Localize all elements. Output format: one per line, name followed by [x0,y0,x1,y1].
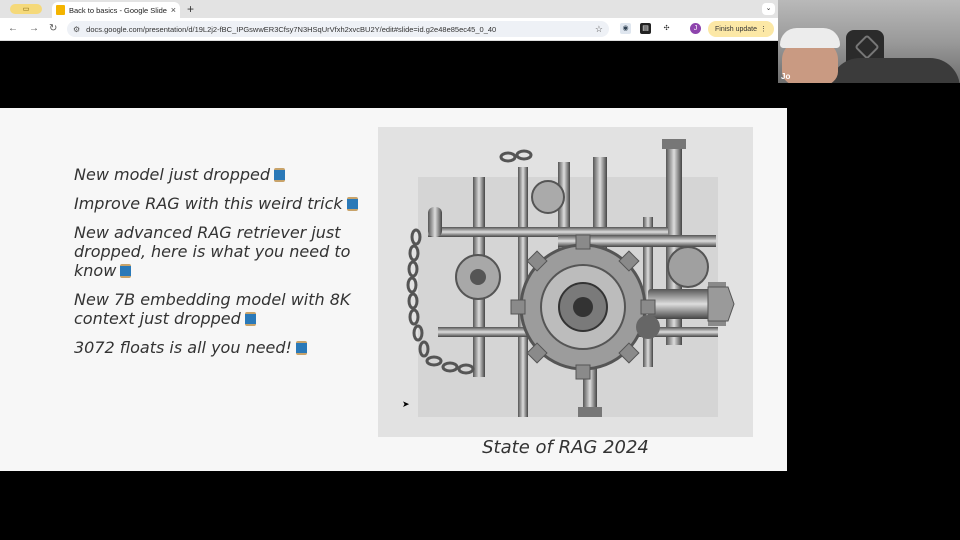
slide-bullet-list: New model just dropped Improve RAG with … [74,165,369,367]
thread-spool-icon [120,264,132,278]
bullet-item: New model just dropped [74,165,369,184]
url-text[interactable]: docs.google.com/presentation/d/19L2j2-fB… [86,25,595,34]
tab-google-slides[interactable]: Back to basics - Google Slide × [52,2,180,18]
presentation-slide: New model just dropped Improve RAG with … [0,108,787,471]
mouse-cursor-icon: ➤ [402,399,410,409]
bullet-item: New 7B embedding model with 8K context j… [74,290,369,328]
group-icon: ▭ [22,6,30,13]
bullet-text: New 7B embedding model with 8K context j… [74,290,351,328]
bullet-text: New model just dropped [74,165,271,184]
slides-favicon-icon [56,5,65,15]
finish-update-button[interactable]: Finish update ⋮ [708,21,774,37]
finish-update-label: Finish update [714,25,758,33]
person-cap [780,28,840,48]
site-info-icon[interactable]: ⚙ [73,25,80,34]
chair-logo-icon [854,34,880,60]
bullet-text: New advanced RAG retriever just dropped,… [74,223,351,280]
extension-icon[interactable]: ▤ [640,23,651,34]
tab-group-chip[interactable]: ▭ [10,4,42,14]
extension-icon[interactable]: ◉ [620,23,631,34]
tab-title: Back to basics - Google Slide [69,5,167,15]
bullet-text: Improve RAG with this weird trick [74,194,343,213]
tab-close-icon[interactable]: × [171,5,176,15]
webcam-feed: Jo [778,0,960,83]
bookmark-star-icon[interactable]: ☆ [595,24,603,35]
machinery-collage-image [378,127,753,437]
machinery-illustration [378,127,753,437]
thread-spool-icon [346,197,358,211]
thread-spool-icon [274,168,286,182]
bullet-item: Improve RAG with this weird trick [74,194,369,213]
webcam-name-label: Jo [781,72,791,81]
tab-search-button[interactable]: ⌄ [762,3,775,15]
more-menu-icon[interactable]: ⋮ [760,25,767,33]
forward-button[interactable]: → [29,22,39,36]
bullet-item: 3072 floats is all you need! [74,338,369,357]
new-tab-button[interactable]: + [187,2,194,16]
person-shirt [830,58,960,83]
thread-spool-icon [244,312,256,326]
profile-avatar[interactable]: J [690,23,701,34]
tab-strip: ▭ Back to basics - Google Slide × + ⌄ [0,0,778,18]
address-bar[interactable]: ⚙ docs.google.com/presentation/d/19L2j2-… [67,21,609,37]
reload-button[interactable]: ↻ [49,22,57,36]
thread-spool-icon [295,341,307,355]
browser-toolbar: ← → ↻ ⚙ docs.google.com/presentation/d/1… [0,18,778,41]
slide-caption: State of RAG 2024 [482,437,649,458]
back-button[interactable]: ← [8,22,18,36]
extensions-puzzle-icon[interactable]: ✣ [661,23,672,34]
bullet-item: New advanced RAG retriever just dropped,… [74,223,369,280]
bullet-text: 3072 floats is all you need! [74,338,292,357]
